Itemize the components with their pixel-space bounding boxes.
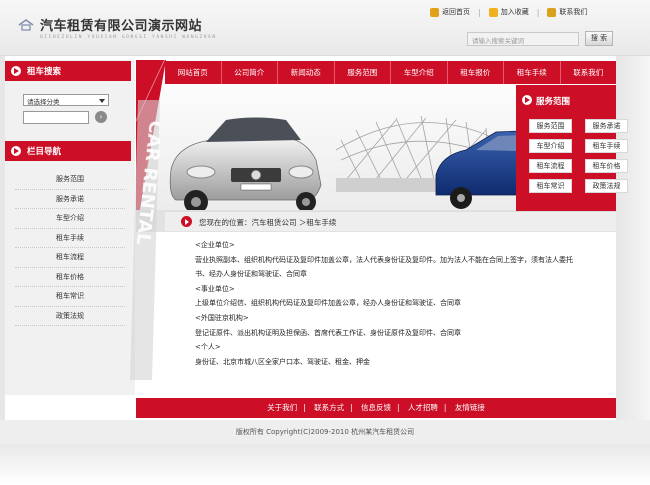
service-button[interactable]: 服务范围 <box>529 119 572 133</box>
search-panel-title: 租车搜索 <box>27 67 62 77</box>
nav-prices[interactable]: 租车报价 <box>448 61 504 84</box>
chevron-icon <box>115 63 123 79</box>
footer-link-about[interactable]: 关于我们 <box>267 403 297 412</box>
sidebar-item[interactable]: 租车流程 <box>15 248 125 268</box>
contact-link[interactable]: 联系我们 <box>547 7 587 17</box>
copyright: 版权所有 Copyright(C)2009-2010 杭州某汽车租赁公司 <box>0 420 650 444</box>
search-button[interactable]: 搜 索 <box>585 31 613 46</box>
nav-contact[interactable]: 联系我们 <box>561 61 617 84</box>
home-link-label: 返回首页 <box>442 8 470 16</box>
nav-models[interactable]: 车型介绍 <box>391 61 448 84</box>
favorite-icon <box>488 7 498 17</box>
site-title: 汽车租赁有限公司演示网站 <box>40 19 203 34</box>
service-panel: 服务范围 服务范围 服务承诺 车型介绍 租车手续 租车流程 租车价格 租车常识 … <box>516 85 628 211</box>
sidebar-item[interactable]: 服务承诺 <box>15 190 125 209</box>
chevron-icon <box>103 143 111 159</box>
nav-procedures[interactable]: 租车手续 <box>504 61 561 84</box>
nav-panel-header: 栏目导航 <box>5 141 131 161</box>
footer-separator: | <box>397 403 400 412</box>
sidebar-item[interactable]: 政策法规 <box>15 307 125 326</box>
top-links: 返回首页 | 加入收藏 | 联系我们 <box>430 4 620 20</box>
house-logo-icon <box>18 19 34 31</box>
service-button[interactable]: 租车常识 <box>529 179 572 193</box>
sidebar-item[interactable]: 租车手续 <box>15 229 125 248</box>
content-line: 营业执照副本、组织机构代码证及复印件加盖公章，法人代表身份证及复印件。加为法人不… <box>195 255 573 264</box>
sidebar-nav: 服务范围 服务承诺 车型介绍 租车手续 租车流程 租车价格 租车常识 政策法规 <box>15 170 125 326</box>
footer-separator: | <box>443 403 447 412</box>
nav-panel-title: 栏目导航 <box>27 147 62 157</box>
arrow-bullet-icon <box>11 66 21 76</box>
nav-home[interactable]: 网站首页 <box>165 61 222 84</box>
content-line: 登记证原件、派出机构证明及担保函、首席代表工作证、身份证原件及复印件、合同章 <box>195 328 461 337</box>
content-line: 书、经办人身份证和驾驶证、合同章 <box>195 270 307 279</box>
breadcrumb: 您现在的位置：汽车租赁公司 ＞租车手续 <box>165 211 616 231</box>
footer-link-friends[interactable]: 友情链接 <box>455 403 485 412</box>
right-frame <box>616 56 650 420</box>
content-line: <企业单位> <box>195 241 235 249</box>
chevron-icon <box>103 63 111 79</box>
content-line: <外国驻京机构> <box>195 313 249 322</box>
content-line: <事业单位> <box>195 284 235 293</box>
category-select-value: 请选择分类 <box>27 98 60 106</box>
keyword-input[interactable] <box>23 111 89 124</box>
nav-services[interactable]: 服务范围 <box>335 61 391 84</box>
footer-link-contact[interactable]: 联系方式 <box>314 403 344 412</box>
nav-about[interactable]: 公司简介 <box>222 61 278 84</box>
dropdown-arrow-icon <box>99 99 105 103</box>
contact-link-label: 联系我们 <box>559 8 588 16</box>
service-button[interactable]: 政策法规 <box>585 179 628 193</box>
chevron-icon <box>115 143 123 159</box>
main-nav: 网站首页 公司简介 新闻动态 服务范围 车型介绍 租车报价 租车手续 联系我们 <box>165 61 616 84</box>
favorite-link-label: 加入收藏 <box>500 8 529 16</box>
sidebar-item[interactable]: 租车价格 <box>15 268 125 287</box>
article-content: <企业单位> 营业执照副本、组织机构代码证及复印件加盖公章，法人代表身份证及复印… <box>195 238 615 369</box>
footer-link-feedback[interactable]: 信息反馈 <box>361 403 391 412</box>
sidebar-item[interactable]: 车型介绍 <box>15 209 125 229</box>
site-subtitle: QICHEZULIN YOUXIAN GONGSI YANSHI WANGZHA… <box>40 35 217 40</box>
home-icon <box>430 7 439 17</box>
service-button[interactable]: 车型介绍 <box>529 139 572 153</box>
category-select[interactable]: 请选择分类 <box>23 94 109 106</box>
go-button[interactable]: › <box>95 111 107 123</box>
service-button[interactable]: 租车手续 <box>585 139 628 153</box>
nav-news[interactable]: 新闻动态 <box>278 61 335 84</box>
content-line: 身份证、北京市城八区全家户口本、驾驶证、租金、押金 <box>195 357 370 366</box>
sidebar-item[interactable]: 租车常识 <box>15 287 125 307</box>
arrow-bullet-icon <box>11 146 21 156</box>
breadcrumb-text: 您现在的位置：汽车租赁公司 ＞租车手续 <box>199 218 337 227</box>
footer-separator: | <box>303 403 306 412</box>
search-input[interactable]: 请输入搜索关键词 <box>467 32 579 46</box>
arrow-bullet-icon <box>181 216 192 227</box>
arrow-bullet-icon <box>522 95 532 105</box>
favorite-link[interactable]: 加入收藏 <box>488 7 529 17</box>
footer-nav: 关于我们 | 联系方式 | 信息反馈 | 人才招聘 | 友情链接 <box>136 398 616 418</box>
service-button[interactable]: 租车价格 <box>585 159 628 173</box>
search-panel-header: 租车搜索 <box>5 61 131 81</box>
page-bottom <box>0 444 650 485</box>
home-link[interactable]: 返回首页 <box>430 7 470 17</box>
contact-icon <box>547 7 557 17</box>
service-button[interactable]: 租车流程 <box>529 159 572 173</box>
car-rental-watermark: CAR RENTAL <box>130 100 160 380</box>
footer-separator: | <box>350 403 353 412</box>
footer-link-jobs[interactable]: 人才招聘 <box>408 403 438 412</box>
sidebar-item[interactable]: 服务范围 <box>15 170 125 190</box>
service-panel-title: 服务范围 <box>536 97 571 107</box>
content-line: 上级单位介绍信、组织机构代码证及复印件加盖公章，经办人身份证和驾驶证、合同章 <box>195 299 461 308</box>
content-line: <个人> <box>195 343 221 352</box>
service-button[interactable]: 服务承诺 <box>585 119 628 133</box>
